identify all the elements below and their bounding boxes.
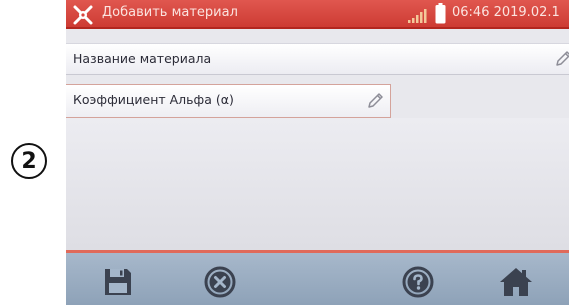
home-button[interactable] <box>496 262 536 302</box>
alpha-coefficient-field[interactable]: Коэффициент Альфа (α) <box>66 84 391 118</box>
settings-tools-icon <box>73 5 93 25</box>
help-icon <box>402 266 434 298</box>
material-name-label: Название материала <box>73 51 212 66</box>
pencil-edit-icon[interactable] <box>554 50 569 68</box>
screen-title: Добавить материал <box>102 5 238 20</box>
battery-icon <box>435 3 446 24</box>
cancel-button[interactable] <box>200 262 240 302</box>
material-name-field[interactable]: Название материала <box>66 43 569 75</box>
home-icon <box>500 268 532 296</box>
help-button[interactable] <box>398 262 438 302</box>
bottom-toolbar <box>66 250 569 305</box>
alpha-coefficient-label: Коэффициент Альфа (α) <box>73 92 234 107</box>
device-screen: Добавить материал 06:46 2019.02.1 Назван… <box>66 0 569 305</box>
cancel-icon <box>204 266 236 298</box>
pencil-edit-icon[interactable] <box>366 92 384 110</box>
date-time: 06:46 2019.02.1 <box>452 5 560 20</box>
save-icon <box>105 269 131 295</box>
step-number-marker: 2 <box>11 143 47 179</box>
page: 2 Добавить материал 06:46 2019.02.1 Назв… <box>0 0 569 305</box>
save-button[interactable] <box>98 262 138 302</box>
header-bar: Добавить материал 06:46 2019.02.1 <box>66 0 569 29</box>
signal-strength-icon <box>408 9 427 23</box>
content-area <box>66 118 569 250</box>
step-number: 2 <box>21 148 37 174</box>
